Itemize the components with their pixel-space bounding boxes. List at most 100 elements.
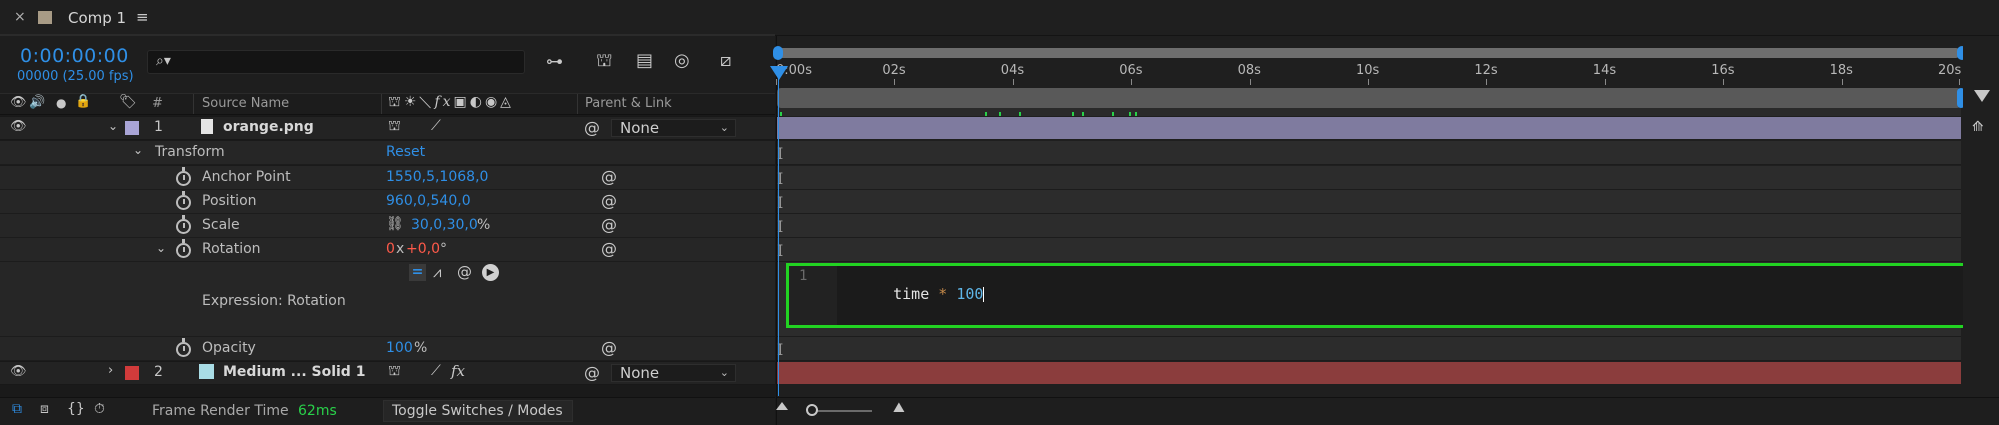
frame-blending-icon[interactable]: ▤	[636, 50, 653, 71]
twirl-down-icon[interactable]: ⌄	[133, 143, 143, 157]
transform-reset-link[interactable]: Reset	[386, 144, 425, 160]
scale-value[interactable]: 30,0,30,0	[411, 217, 478, 233]
composition-icon	[38, 11, 52, 24]
opacity-unit: %	[414, 340, 428, 356]
twirl-down-icon[interactable]: ⌄	[156, 241, 166, 255]
composition-mini-flowchart-icon[interactable]: ⊶	[546, 52, 563, 72]
keyframe-marker	[1129, 112, 1131, 116]
zoom-in-icon[interactable]: ⛰	[893, 400, 905, 416]
frame-count: 00000 (25.00 fps)	[17, 69, 134, 84]
quality-switch-icon[interactable]: ⟋	[431, 363, 441, 379]
constrain-proportions-link-icon[interactable]: ⛓	[386, 216, 404, 232]
stopwatch-icon[interactable]	[176, 239, 191, 258]
parent-link-header[interactable]: Parent & Link	[585, 96, 672, 111]
ruler-tick-label: 10s	[1356, 63, 1380, 78]
video-toggle-icon[interactable]: 👁	[10, 95, 27, 110]
twirl-down-icon[interactable]: ⌄	[108, 119, 118, 133]
video-visible-icon[interactable]: 👁	[10, 119, 27, 134]
code-number: 100	[956, 285, 984, 303]
stopwatch-icon[interactable]	[176, 338, 191, 357]
ruler-tick	[1249, 79, 1251, 85]
expression-graph-icon[interactable]: ⩘	[433, 263, 441, 281]
shy-switch-icon[interactable]: ⛫	[388, 363, 401, 381]
panel-menu-icon[interactable]: ≡	[136, 8, 149, 26]
parent-pickwhip-icon[interactable]: @	[584, 363, 600, 382]
motion-blur-icon[interactable]: ◎	[674, 50, 690, 71]
rotation-degrees[interactable]: +0,0	[406, 241, 440, 257]
pickwhip-icon[interactable]: @	[601, 215, 617, 234]
ruler-tick-label: 18s	[1829, 63, 1853, 78]
opacity-value[interactable]: 100	[386, 340, 413, 356]
layer-label-color[interactable]	[125, 121, 139, 135]
header-divider	[381, 94, 382, 114]
expression-code-line[interactable]: time * 100	[857, 267, 985, 321]
in-out-panel-icon[interactable]: {}	[67, 401, 85, 417]
twirl-right-icon[interactable]: ›	[108, 363, 113, 378]
layer-name[interactable]: Medium ... Solid 1	[223, 364, 365, 380]
search-input[interactable]	[188, 53, 518, 71]
header-divider	[577, 94, 578, 114]
layer-switches-panel-icon[interactable]: ⧉	[12, 401, 22, 417]
track-transform	[777, 141, 1961, 165]
quality-switch-icon[interactable]: ⟋	[431, 118, 441, 134]
ruler-tick-label: 20s	[1938, 63, 1962, 78]
anchor-point-value[interactable]: 1550,5,1068,0	[386, 169, 488, 185]
comp-button-icon[interactable]	[1974, 90, 1990, 102]
opacity-label: Opacity	[202, 340, 256, 356]
pickwhip-icon[interactable]: @	[601, 338, 617, 357]
rotation-revolutions[interactable]: 0	[386, 241, 395, 257]
time-navigator-bar[interactable]	[777, 88, 1961, 108]
layer-bar-orange[interactable]	[777, 117, 1961, 139]
ruler-tick	[1012, 79, 1014, 85]
zoom-slider-track[interactable]	[812, 410, 872, 412]
effects-switch-icon[interactable]: fx	[451, 362, 465, 380]
layer-bar-solid[interactable]	[777, 362, 1961, 384]
work-area-bar[interactable]	[777, 48, 1961, 58]
track-scale	[777, 214, 1961, 238]
stopwatch-icon[interactable]	[176, 215, 191, 234]
expression-pickwhip-icon[interactable]: @	[457, 263, 472, 281]
layer-name[interactable]: orange.png	[223, 119, 314, 135]
shy-switch-icon[interactable]: ⛫	[388, 118, 401, 136]
rotation-unit: °	[440, 241, 447, 257]
shy-layers-icon[interactable]: ⛫	[596, 50, 613, 74]
zoom-out-icon[interactable]	[776, 402, 788, 410]
stopwatch-icon[interactable]	[176, 191, 191, 210]
comp-marker-bin-icon[interactable]: ⟰	[1972, 119, 1984, 135]
footage-file-icon	[201, 119, 213, 134]
search-field[interactable]: ⌕▾	[147, 50, 525, 74]
video-visible-icon[interactable]: 👁	[10, 364, 27, 379]
pickwhip-icon[interactable]: @	[601, 239, 617, 258]
keyframe-marker	[999, 112, 1001, 116]
parent-pickwhip-icon[interactable]: @	[584, 118, 600, 137]
audio-toggle-icon[interactable]: 🔊	[29, 95, 45, 110]
source-name-header[interactable]: Source Name	[202, 96, 289, 111]
modes-panel-icon[interactable]: ⧈	[40, 401, 49, 417]
current-time-indicator[interactable]	[770, 66, 788, 80]
work-area-start-handle[interactable]	[773, 46, 783, 60]
expression-language-menu-icon[interactable]: ▶	[482, 264, 499, 281]
position-value[interactable]: 960,0,540,0	[386, 193, 471, 209]
layer-label-color[interactable]	[125, 366, 139, 380]
close-tab-button[interactable]: ×	[14, 9, 26, 25]
keyframe-marker	[1135, 112, 1137, 116]
chevron-down-icon: ⌄	[719, 366, 729, 379]
parent-dropdown[interactable]: None ⌄	[611, 364, 736, 382]
label-tag-icon[interactable]: 🏷	[119, 94, 137, 110]
layer-index: 1	[154, 119, 163, 135]
stopwatch-icon[interactable]	[176, 167, 191, 186]
pickwhip-icon[interactable]: @	[601, 191, 617, 210]
solo-icon[interactable]: ●	[56, 96, 66, 110]
render-time-panel-icon[interactable]: ⏱	[94, 401, 105, 417]
enable-expression-icon[interactable]: =	[409, 264, 426, 281]
text-cursor	[983, 287, 985, 302]
comp-tab-title[interactable]: Comp 1	[68, 9, 126, 27]
graph-editor-icon[interactable]: ⧄	[720, 50, 731, 71]
pickwhip-icon[interactable]: @	[601, 167, 617, 186]
current-time-display[interactable]: 0:00:00:00	[20, 45, 129, 67]
lock-icon[interactable]: 🔒	[75, 94, 91, 109]
expression-editor[interactable]: 1 time * 100	[786, 263, 1966, 328]
zoom-slider-thumb[interactable]	[806, 404, 818, 416]
parent-dropdown[interactable]: None ⌄	[611, 119, 736, 137]
toggle-switches-modes-button[interactable]: Toggle Switches / Modes	[383, 400, 573, 422]
